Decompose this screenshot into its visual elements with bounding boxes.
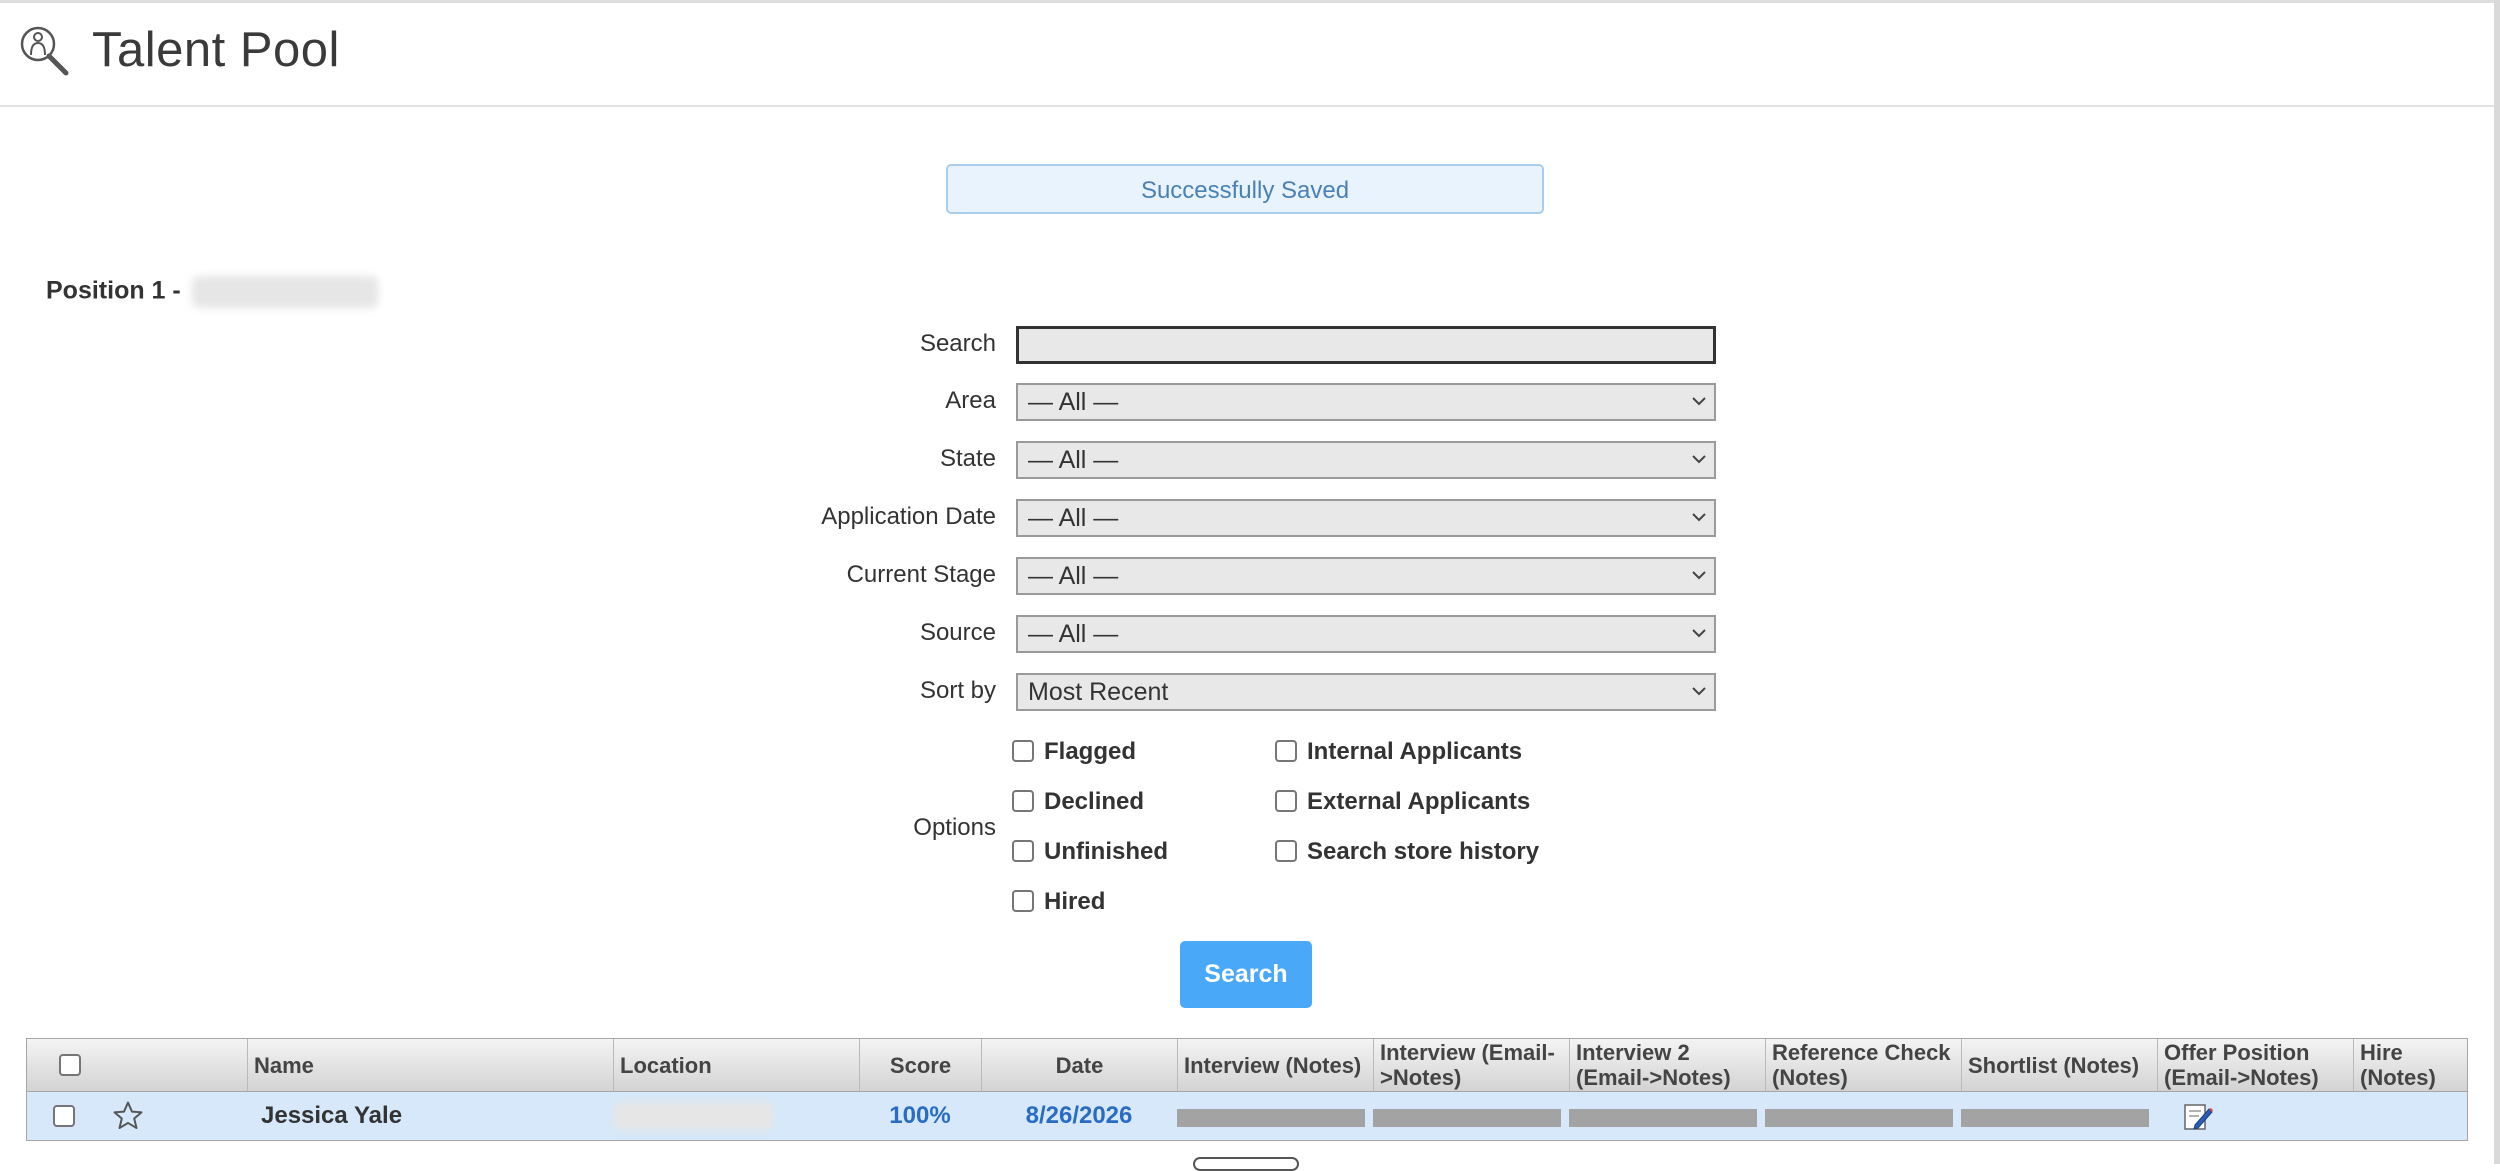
position-label-text: Position 1 - <box>46 276 181 305</box>
state-select-value: — All — <box>1028 446 1119 474</box>
search-label: Search <box>919 330 996 357</box>
declined-label: Declined <box>1044 788 1145 815</box>
option-unfinished[interactable]: Unfinished <box>1012 838 1168 866</box>
internal-applicants-label: Internal Applicants <box>1307 738 1523 765</box>
talent-search-icon <box>18 24 72 78</box>
results-table: Name Location Score Date Interview (Note… <box>26 1038 2468 1141</box>
chevron-down-icon <box>1692 454 1706 466</box>
chevron-down-icon <box>1692 396 1706 408</box>
application-date-select[interactable]: — All — <box>1016 499 1716 537</box>
current-stage-select[interactable]: — All — <box>1016 557 1716 595</box>
chevron-down-icon <box>1692 512 1706 524</box>
position-heading: Position 1 - <box>46 276 378 308</box>
current-stage-select-value: — All — <box>1028 562 1119 590</box>
stage-bar-interview[interactable] <box>1177 1109 1365 1127</box>
declined-checkbox[interactable] <box>1012 790 1034 812</box>
external-applicants-checkbox[interactable] <box>1275 790 1297 812</box>
stage-bar-shortlist[interactable] <box>1961 1109 2149 1127</box>
option-external-applicants[interactable]: External Applicants <box>1275 788 1530 816</box>
column-header-reference-check-notes[interactable]: Reference Check (Notes) <box>1765 1039 1961 1091</box>
sort-by-label: Sort by <box>919 677 996 704</box>
option-hired[interactable]: Hired <box>1012 888 1105 916</box>
hired-checkbox[interactable] <box>1012 890 1034 912</box>
column-header-offer-position[interactable]: Offer Position (Email->Notes) <box>2157 1039 2353 1091</box>
flagged-checkbox[interactable] <box>1012 740 1034 762</box>
column-header-date[interactable]: Date <box>981 1039 1177 1091</box>
column-header-interview-notes[interactable]: Interview (Notes) <box>1177 1039 1373 1091</box>
application-date-label: Application Date <box>821 503 996 530</box>
column-header-interview2-email-notes[interactable]: Interview 2 (Email->Notes) <box>1569 1039 1765 1091</box>
stage-bar-interview-email[interactable] <box>1373 1109 1561 1127</box>
hired-label: Hired <box>1044 888 1106 915</box>
flagged-label: Flagged <box>1044 738 1137 765</box>
sort-by-select-value: Most Recent <box>1028 678 1169 706</box>
column-header-location[interactable]: Location <box>613 1039 859 1091</box>
state-label: State <box>939 445 996 472</box>
page-header: Talent Pool <box>0 0 2494 107</box>
row-checkbox[interactable] <box>53 1105 75 1127</box>
search-store-history-label: Search store history <box>1307 838 1540 865</box>
column-header-hire-notes[interactable]: Hire (Notes) <box>2353 1039 2467 1091</box>
redacted-location <box>613 1092 773 1140</box>
location-blur <box>613 1102 773 1130</box>
applicant-score[interactable]: 100% <box>859 1092 981 1140</box>
select-all-header <box>27 1039 233 1091</box>
area-label: Area <box>945 387 996 414</box>
column-header-score[interactable]: Score <box>859 1039 981 1091</box>
edit-offer-icon[interactable] <box>2181 1092 2215 1140</box>
source-select[interactable]: — All — <box>1016 615 1716 653</box>
area-select[interactable]: — All — <box>1016 383 1716 421</box>
chevron-down-icon <box>1692 570 1706 582</box>
option-declined[interactable]: Declined <box>1012 788 1144 816</box>
internal-applicants-checkbox[interactable] <box>1275 740 1297 762</box>
source-label: Source <box>919 619 996 646</box>
star-icon[interactable] <box>111 1092 145 1140</box>
chevron-down-icon <box>1692 628 1706 640</box>
search-input[interactable] <box>1016 326 1716 364</box>
stage-bar-reference-check[interactable] <box>1765 1109 1953 1127</box>
column-header-name[interactable]: Name <box>247 1039 613 1091</box>
select-all-checkbox[interactable] <box>59 1054 81 1076</box>
application-date-select-value: — All — <box>1028 504 1119 532</box>
table-header: Name Location Score Date Interview (Note… <box>26 1038 2468 1092</box>
scrollbar-edge[interactable] <box>2494 0 2500 1164</box>
column-header-interview-email-notes[interactable]: Interview (Email->Notes) <box>1373 1039 1569 1091</box>
unfinished-checkbox[interactable] <box>1012 840 1034 862</box>
source-select-value: — All — <box>1028 620 1119 648</box>
option-search-store-history[interactable]: Search store history <box>1275 838 1539 866</box>
redacted-position-name <box>191 276 378 308</box>
options-label: Options <box>913 814 996 841</box>
option-internal-applicants[interactable]: Internal Applicants <box>1275 738 1522 766</box>
column-header-shortlist-notes[interactable]: Shortlist (Notes) <box>1961 1039 2157 1091</box>
unfinished-label: Unfinished <box>1044 838 1168 865</box>
applicant-name[interactable]: Jessica Yale <box>261 1092 402 1140</box>
state-select[interactable]: — All — <box>1016 441 1716 479</box>
search-store-history-checkbox[interactable] <box>1275 840 1297 862</box>
pagination-button-partial[interactable] <box>1193 1157 1299 1171</box>
current-stage-label: Current Stage <box>846 561 996 588</box>
chevron-down-icon <box>1692 686 1706 698</box>
external-applicants-label: External Applicants <box>1307 788 1531 815</box>
search-button[interactable]: Search <box>1180 941 1312 1008</box>
row-select[interactable] <box>53 1092 85 1140</box>
page-title: Talent Pool <box>92 23 340 77</box>
option-flagged[interactable]: Flagged <box>1012 738 1136 766</box>
sort-by-select[interactable]: Most Recent <box>1016 673 1716 711</box>
area-select-value: — All — <box>1028 388 1119 416</box>
table-row[interactable]: Jessica Yale 100% 8/26/2026 <box>26 1092 2468 1141</box>
stage-bar-interview2[interactable] <box>1569 1109 1757 1127</box>
success-banner: Successfully Saved <box>946 164 1544 214</box>
application-date[interactable]: 8/26/2026 <box>981 1092 1177 1140</box>
